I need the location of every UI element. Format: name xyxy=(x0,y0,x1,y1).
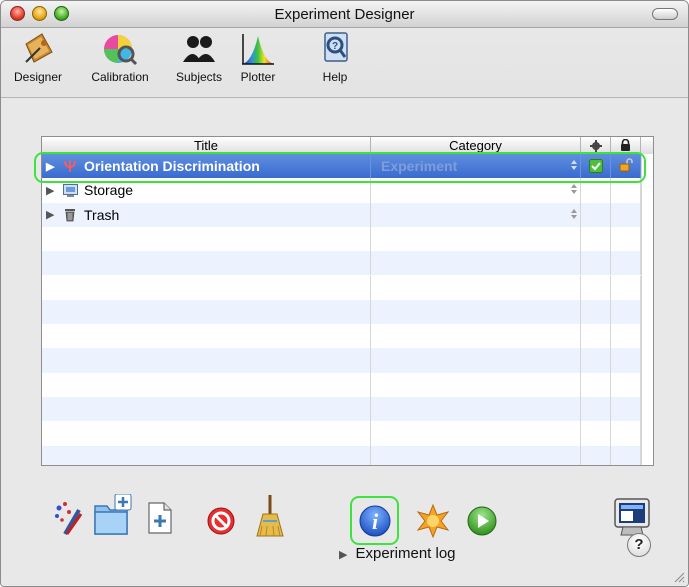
experiment-log-label: Experiment log xyxy=(355,545,456,562)
starburst-icon xyxy=(416,503,450,539)
selected-row-highlight xyxy=(34,152,646,183)
help-button[interactable]: ? xyxy=(627,533,651,557)
disclosure-triangle-icon: ▶ xyxy=(339,549,348,561)
broom-icon xyxy=(256,495,284,537)
empty-table-row xyxy=(42,348,653,373)
table-scroll-area xyxy=(641,154,653,465)
new-folder-icon xyxy=(94,493,132,535)
wand-tool-button[interactable] xyxy=(53,500,89,541)
empty-table-row xyxy=(42,421,653,446)
magic-wand-icon xyxy=(55,502,83,536)
toolbar-label: Help xyxy=(322,70,348,84)
new-document-icon xyxy=(148,502,172,534)
toolbar-plotter-button[interactable]: Plotter xyxy=(229,32,287,84)
empty-table-row xyxy=(42,251,653,276)
new-document-button[interactable] xyxy=(147,502,173,539)
storage-icon xyxy=(62,183,78,197)
category-stepper-icon[interactable] xyxy=(571,183,577,195)
delete-button[interactable] xyxy=(206,506,236,541)
clean-button[interactable] xyxy=(255,494,285,543)
empty-table-row xyxy=(42,372,653,397)
row-title: Trash xyxy=(84,206,120,223)
toolbar-label: Designer xyxy=(13,70,63,84)
empty-table-row xyxy=(42,324,653,349)
help-icon: ? xyxy=(317,32,353,66)
designer-icon xyxy=(20,32,56,66)
disclosure-triangle-icon[interactable]: ▶ xyxy=(46,184,62,197)
row-title: Storage xyxy=(84,182,134,199)
trash-icon xyxy=(62,208,78,222)
window-title: Experiment Designer xyxy=(274,6,415,23)
subjects-icon xyxy=(181,32,217,66)
monitor-icon xyxy=(614,498,650,536)
plotter-icon xyxy=(240,32,276,66)
run-experiment-button[interactable] xyxy=(466,505,498,542)
empty-table-row xyxy=(42,445,653,465)
stop-sign-icon xyxy=(207,507,235,535)
empty-table-row xyxy=(42,275,653,300)
empty-table-row xyxy=(42,397,653,422)
toolbar-label: Plotter xyxy=(240,70,276,84)
experiment-table: Title Category ▶ Orientation Discriminat… xyxy=(41,136,654,466)
svg-text:?: ? xyxy=(332,41,338,52)
disclosure-triangle-icon[interactable]: ▶ xyxy=(46,208,62,221)
title-bar: Experiment Designer xyxy=(1,1,688,28)
toolbar-calibration-button[interactable]: Calibration xyxy=(75,32,165,84)
new-folder-button[interactable] xyxy=(93,493,133,541)
gear-icon xyxy=(589,140,602,152)
toolbar-label: Subjects xyxy=(175,70,223,84)
lock-icon xyxy=(621,138,630,151)
toolbar-help-button[interactable]: ? Help xyxy=(315,32,355,84)
run-settings-button[interactable] xyxy=(416,503,450,543)
toolbar-subjects-button[interactable]: Subjects xyxy=(169,32,229,84)
play-icon xyxy=(467,506,497,536)
table-row[interactable]: ▶ Trash xyxy=(42,202,653,227)
toolbar-label: Calibration xyxy=(91,70,149,84)
empty-table-row xyxy=(42,299,653,325)
content-panel: Title Category ▶ Orientation Discriminat… xyxy=(1,97,688,586)
experiment-log-disclosure[interactable]: ▶ Experiment log xyxy=(339,545,456,562)
resize-grip-icon[interactable] xyxy=(673,571,685,583)
info-button-highlight xyxy=(350,496,399,545)
toolbar-toggle-button[interactable] xyxy=(652,8,678,20)
calibration-icon xyxy=(102,32,138,66)
toolbar: Designer Calibration Subjects Plotter ? … xyxy=(1,28,688,96)
experiment-designer-window: Experiment Designer Designer Calibration… xyxy=(0,0,689,587)
empty-table-row xyxy=(42,226,653,252)
category-stepper-icon[interactable] xyxy=(571,208,577,220)
toolbar-designer-button[interactable]: Designer xyxy=(3,32,73,84)
